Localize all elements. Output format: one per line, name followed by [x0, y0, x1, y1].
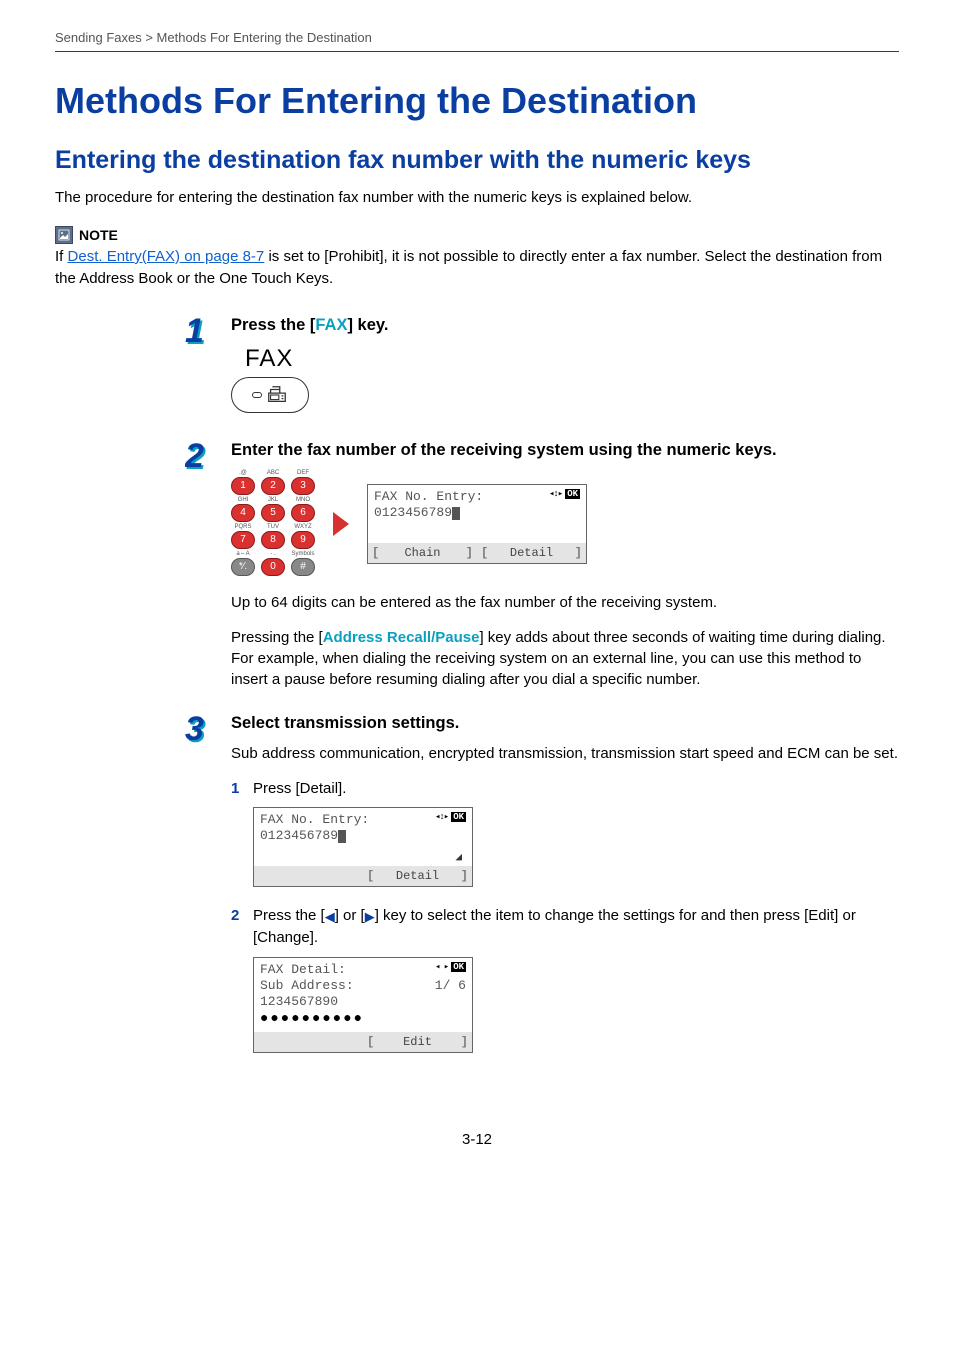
- arrow-left-icon: ◀: [325, 908, 335, 927]
- lcd-line-2: 0123456789: [374, 505, 580, 521]
- nav-arrows-icon: ◂ ▸: [435, 962, 448, 972]
- arrow-right-icon: [333, 512, 349, 536]
- keypad-key: 5: [261, 504, 285, 522]
- lcd-line-3: 1234567890: [260, 994, 466, 1010]
- numeric-keypad-illustration: .@ABCDEF 123 GHIJKLMNO 456 PQRSTUVWXYZ 7…: [231, 470, 315, 578]
- lcd-screen-detail: ◂↕▸OK FAX No. Entry: 0123456789 ◢ Detail: [253, 807, 473, 887]
- step-1: 11 Press the [FAX] key. FAX: [185, 316, 899, 431]
- note-icon: [55, 226, 73, 244]
- lcd-line-2: Sub Address:: [260, 978, 354, 994]
- step-3: 33 Select transmission settings. Sub add…: [185, 714, 899, 1071]
- keypad-key: #: [291, 558, 315, 576]
- note-label: NOTE: [79, 227, 118, 243]
- svg-text:1: 1: [185, 316, 204, 350]
- note-text: If Dest. Entry(FAX) on page 8-7 is set t…: [55, 246, 899, 290]
- keypad-key: 9: [291, 531, 315, 549]
- header-rule: [55, 51, 899, 52]
- lcd-button-chain: Chain: [368, 546, 477, 560]
- cursor-icon: [452, 507, 460, 520]
- arrow-right-icon: ▶: [365, 908, 375, 927]
- step-1-title: Press the [FAX] key.: [231, 316, 899, 335]
- keypad-key: *⁄.: [231, 558, 255, 576]
- lcd-password-dots: ●●●●●●●●●●: [260, 1010, 466, 1027]
- substep-number: 1: [231, 778, 243, 800]
- breadcrumb: Sending Faxes > Methods For Entering the…: [55, 30, 899, 51]
- svg-text:2: 2: [185, 441, 204, 475]
- fax-machine-icon: [266, 384, 288, 406]
- step-2: 22 Enter the fax number of the receiving…: [185, 441, 899, 704]
- nav-arrows-icon: ◂↕▸: [549, 489, 562, 499]
- substep-1: 1 Press [Detail].: [231, 778, 899, 800]
- keypad-key: 4: [231, 504, 255, 522]
- section-title: Entering the destination fax number with…: [55, 146, 899, 175]
- dest-entry-link[interactable]: Dest. Entry(FAX) on page 8-7: [68, 248, 265, 265]
- fax-keyword: FAX: [315, 316, 347, 334]
- substep-2-text: Press the [◀] or [▶] key to select the i…: [253, 905, 899, 949]
- lcd-page-indicator: 1/ 6: [435, 978, 466, 994]
- note-box: NOTE If Dest. Entry(FAX) on page 8-7 is …: [55, 226, 899, 290]
- lcd-screen-fax-detail: ◂ ▸OK FAX Detail: Sub Address: 1/ 6 1234…: [253, 957, 473, 1053]
- fax-key-label: FAX: [245, 345, 899, 373]
- keypad-key: 6: [291, 504, 315, 522]
- step-number-3: 33: [185, 714, 217, 753]
- substep-number: 2: [231, 905, 243, 927]
- fax-key-illustration: FAX: [231, 345, 899, 413]
- intro-text: The procedure for entering the destinati…: [55, 187, 899, 208]
- step-2-title: Enter the fax number of the receiving sy…: [231, 441, 899, 460]
- ok-indicator: OK: [451, 962, 466, 972]
- step-3-intro: Sub address communication, encrypted tra…: [231, 743, 899, 764]
- step-number-2: 22: [185, 441, 217, 480]
- cursor-icon: [338, 830, 346, 843]
- step-number-1: 11: [185, 316, 217, 355]
- nav-arrows-icon: ◂↕▸: [435, 812, 448, 822]
- ok-indicator: OK: [565, 489, 580, 499]
- keypad-key: 0: [261, 558, 285, 576]
- keypad-key: 7: [231, 531, 255, 549]
- lcd-button-edit: Edit: [363, 1035, 472, 1049]
- more-indicator-icon: ◢: [455, 850, 462, 864]
- keypad-key: 3: [291, 477, 315, 495]
- address-recall-keyword: Address Recall/Pause: [323, 629, 480, 646]
- svg-text:3: 3: [185, 714, 204, 748]
- lcd-button-detail: Detail: [363, 869, 472, 883]
- lcd-screen-fax-entry: ◂↕▸OK FAX No. Entry: 0123456789 Chain De…: [367, 484, 587, 564]
- keypad-key: 8: [261, 531, 285, 549]
- page-number: 3-12: [55, 1131, 899, 1148]
- lcd-line-2: 0123456789: [260, 828, 466, 844]
- step-3-title: Select transmission settings.: [231, 714, 899, 733]
- step-2-para-1: Up to 64 digits can be entered as the fa…: [231, 592, 899, 613]
- substep-2: 2 Press the [◀] or [▶] key to select the…: [231, 905, 899, 949]
- fax-led-icon: [252, 392, 262, 398]
- lcd-button-detail: Detail: [477, 546, 586, 560]
- substep-1-text: Press [Detail].: [253, 778, 346, 800]
- page-title: Methods For Entering the Destination: [55, 80, 899, 122]
- keypad-key: 1: [231, 477, 255, 495]
- fax-hardware-button: [231, 377, 309, 413]
- ok-indicator: OK: [451, 812, 466, 822]
- step-2-para-2: Pressing the [Address Recall/Pause] key …: [231, 627, 899, 690]
- keypad-key: 2: [261, 477, 285, 495]
